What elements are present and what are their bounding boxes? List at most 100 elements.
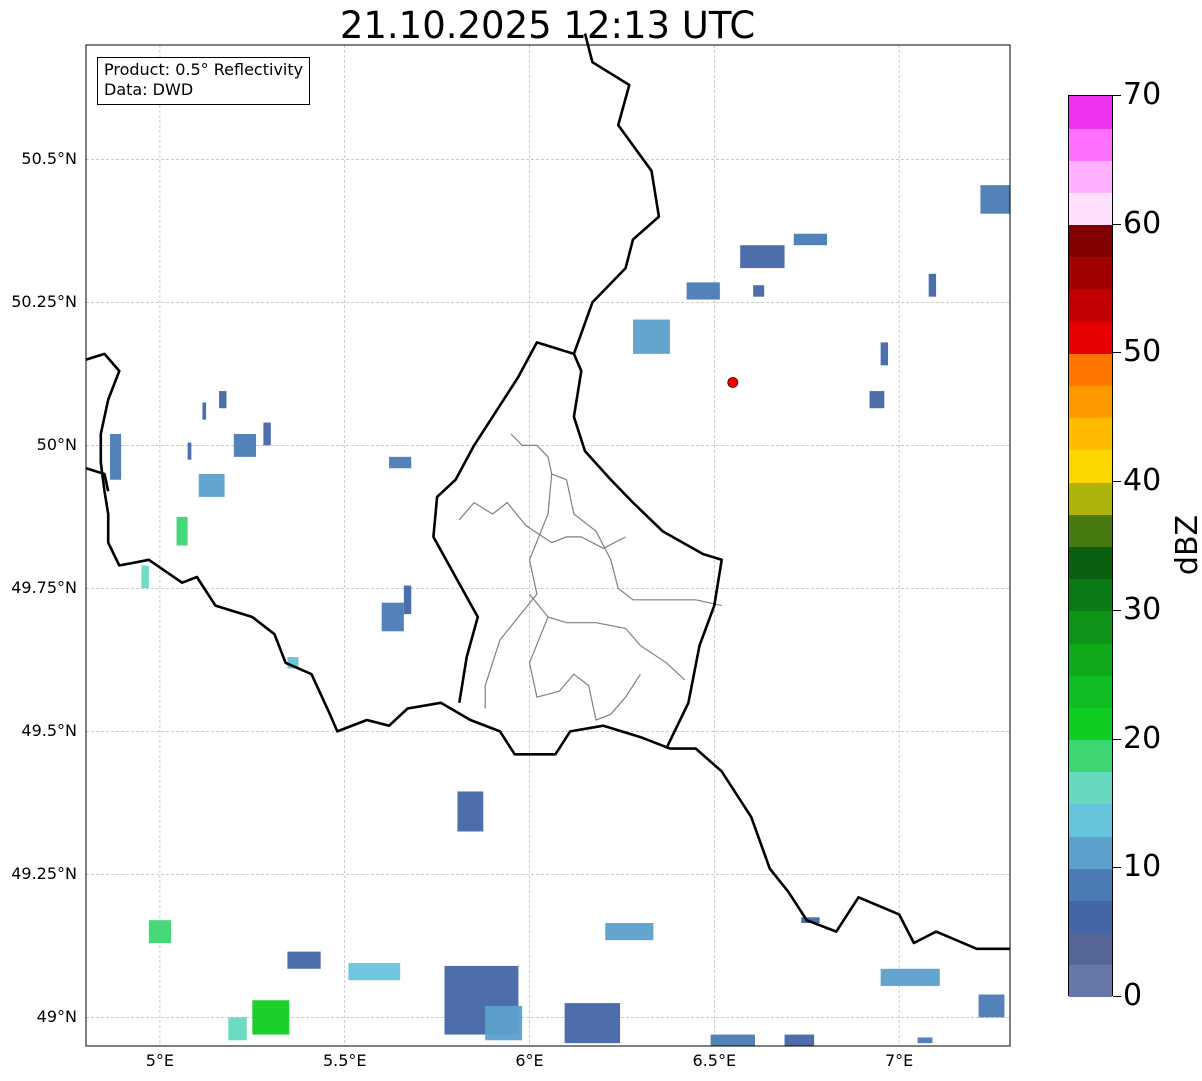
colorbar-step — [1069, 128, 1112, 161]
lat-tick-label: 50°N — [36, 435, 77, 455]
district-border-line — [529, 593, 686, 681]
colorbar-step — [1069, 868, 1112, 901]
colorbar-tick — [1113, 352, 1121, 354]
colorbar-step — [1069, 96, 1112, 129]
radar-echo — [187, 442, 192, 460]
radar-site-marker — [727, 377, 739, 388]
radar-echo — [389, 456, 412, 469]
radar-echo — [148, 920, 172, 944]
district-borders — [458, 433, 722, 721]
country-border-line — [85, 352, 1010, 951]
lat-tick-label: 50.5°N — [21, 149, 77, 169]
colorbar-tick — [1113, 95, 1121, 96]
radar-echo — [980, 185, 1010, 214]
radar-echo — [928, 273, 937, 297]
district-border-line — [528, 616, 590, 698]
colorbar-step — [1069, 417, 1112, 451]
colorbar-tick-label: 20 — [1123, 720, 1162, 756]
colorbar-tick — [1113, 996, 1121, 997]
colorbar-step — [1069, 289, 1112, 322]
product-info-box: Product: 0.5° Reflectivity Data: DWD — [97, 57, 311, 105]
lat-tick-label: 49.25°N — [11, 864, 77, 884]
colorbar-tick — [1113, 609, 1121, 611]
map-frame — [85, 44, 1011, 1047]
colorbar-step — [1069, 900, 1112, 934]
country-border-line — [432, 341, 724, 750]
district-border-line — [499, 473, 553, 641]
lat-tick-label: 49.5°N — [21, 721, 77, 741]
radar-echo — [198, 474, 225, 497]
radar-echo — [348, 963, 401, 981]
radar-echo — [686, 282, 720, 300]
radar-map — [85, 33, 1011, 1047]
colorbar-tick-label: 60 — [1123, 205, 1162, 241]
radar-echo — [978, 994, 1005, 1018]
district-border-line — [565, 479, 722, 607]
colorbar-step — [1069, 192, 1112, 226]
radar-echo — [110, 433, 122, 480]
radar-echo — [880, 342, 889, 366]
radar-site-layer — [727, 377, 739, 388]
radar-echo — [381, 602, 404, 632]
colorbar-tick — [1113, 738, 1121, 740]
colorbar-tick — [1113, 867, 1121, 869]
colorbar-step — [1069, 449, 1112, 483]
radar-echo — [252, 1000, 290, 1035]
radar-echo — [740, 245, 785, 269]
colorbar-step — [1069, 385, 1112, 419]
district-border-line — [484, 639, 501, 709]
colorbar-step — [1069, 160, 1112, 194]
colorbar-tick-label: 30 — [1123, 591, 1162, 627]
colorbar-step — [1069, 514, 1112, 547]
colorbar-step — [1069, 964, 1112, 998]
colorbar-tick-label: 50 — [1123, 334, 1162, 370]
radar-echo — [917, 1037, 933, 1044]
lon-tick-label: 7°E — [884, 1051, 914, 1070]
colorbar-step — [1069, 739, 1112, 773]
colorbar-step — [1069, 836, 1112, 869]
colorbar — [1068, 95, 1113, 998]
colorbar-step — [1069, 771, 1112, 805]
radar-echo — [564, 1003, 621, 1044]
district-border-line — [458, 501, 626, 550]
colorbar-step — [1069, 707, 1112, 741]
radar-echo — [633, 319, 670, 354]
district-border-line — [588, 673, 641, 721]
district-border-line — [510, 433, 567, 481]
colorbar-tick-label: 40 — [1123, 463, 1162, 499]
radar-echo — [605, 923, 654, 941]
colorbar-step — [1069, 224, 1112, 258]
lon-tick-label: 5.5°E — [322, 1051, 367, 1070]
radar-echo — [233, 433, 257, 457]
radar-echo — [869, 391, 885, 409]
radar-echo — [710, 1034, 755, 1046]
radar-echo — [202, 402, 207, 420]
colorbar-tick-label: 70 — [1123, 77, 1162, 112]
radar-echo — [784, 1034, 815, 1046]
lat-tick-label: 49°N — [36, 1007, 77, 1027]
colorbar-step — [1069, 803, 1112, 837]
radar-echo — [263, 422, 271, 446]
radar-echo — [793, 233, 828, 246]
colorbar-step — [1069, 353, 1112, 387]
colorbar-step — [1069, 482, 1112, 515]
product-label: Product: 0.5° Reflectivity — [104, 60, 304, 79]
colorbar-step — [1069, 578, 1112, 612]
colorbar-tick-label: 10 — [1123, 849, 1162, 885]
radar-echo — [485, 1005, 523, 1041]
data-source-label: Data: DWD — [104, 80, 194, 99]
map-gridlines — [86, 45, 1010, 1046]
country-borders — [85, 33, 1010, 951]
lon-tick-label: 6.5°E — [692, 1051, 737, 1070]
colorbar-tick — [1113, 481, 1121, 483]
radar-echo — [287, 951, 321, 969]
radar-echo — [880, 968, 940, 986]
colorbar-tick-label: 0 — [1123, 978, 1143, 1013]
lon-tick-label: 5°E — [145, 1051, 175, 1070]
colorbar-step — [1069, 546, 1112, 580]
radar-echo — [219, 391, 227, 409]
lat-tick-label: 50.25°N — [11, 292, 77, 312]
colorbar-tick — [1113, 223, 1121, 225]
country-border-line — [572, 33, 661, 355]
lat-tick-label: 49.75°N — [11, 578, 77, 598]
